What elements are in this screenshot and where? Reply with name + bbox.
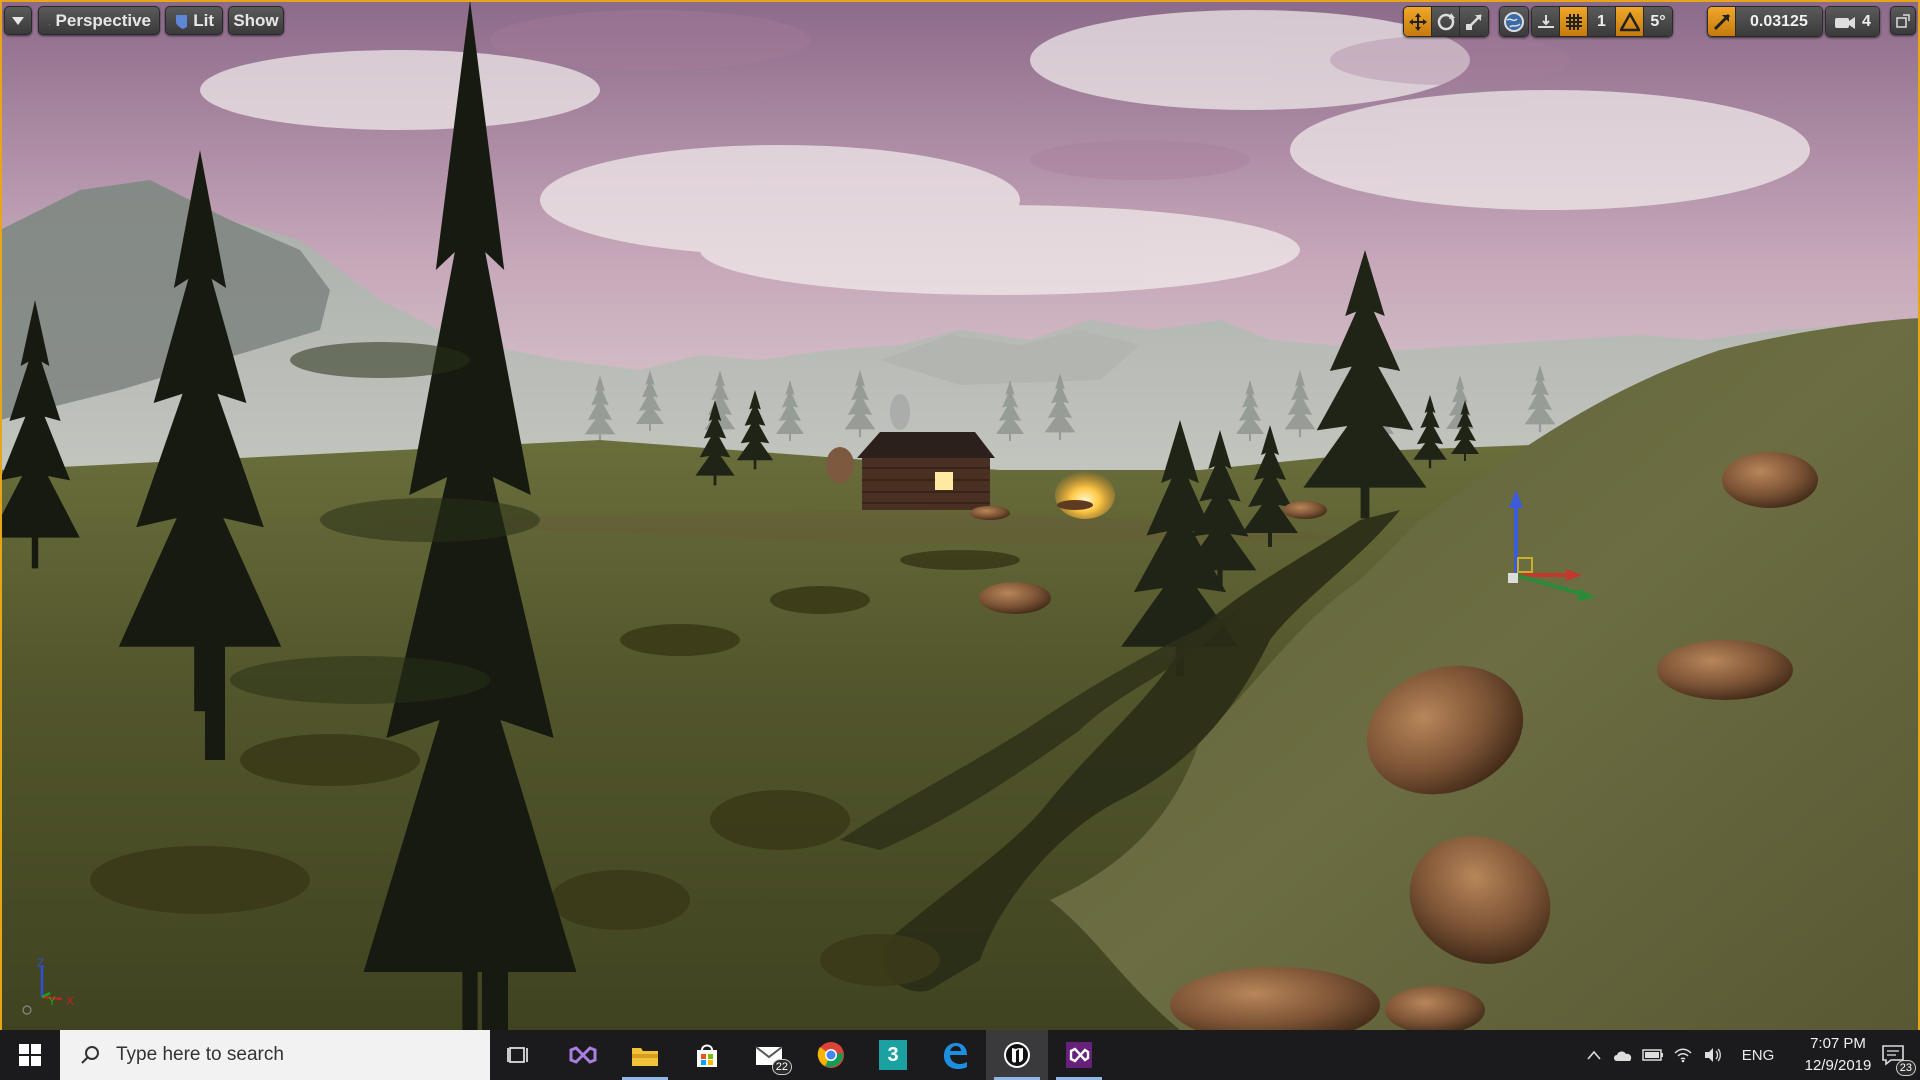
viewport-options-button[interactable] bbox=[4, 6, 32, 35]
scale-snap-icon bbox=[1713, 13, 1730, 30]
rotation-snap-icon bbox=[1619, 11, 1640, 31]
level-viewport[interactable]: Perspective Lit Show 1 5° 0.03125 4 Z Y … bbox=[0, 0, 1920, 1030]
translate-button[interactable] bbox=[1404, 7, 1432, 36]
grid-snap-value-label: 1 bbox=[1597, 12, 1606, 30]
scene-render[interactable] bbox=[0, 0, 1920, 1030]
maximize-icon bbox=[1896, 13, 1910, 28]
axis-y-label: Y bbox=[48, 994, 56, 1008]
camera-perspective-icon bbox=[49, 23, 50, 25]
scale-button[interactable] bbox=[1460, 7, 1488, 36]
chevron-down-icon bbox=[12, 16, 24, 25]
task-view-icon bbox=[507, 1047, 528, 1063]
onedrive-tray-button[interactable] bbox=[1608, 1030, 1638, 1080]
wifi-tray-button[interactable] bbox=[1668, 1030, 1698, 1080]
cloud-icon bbox=[1614, 1051, 1632, 1061]
lit-sphere-icon bbox=[176, 14, 188, 29]
camera-speed-icon bbox=[1835, 16, 1855, 29]
lit-mode-button[interactable]: Lit bbox=[165, 6, 223, 35]
mail-unread-badge: 22 bbox=[771, 1059, 792, 1075]
scale-snap-button[interactable] bbox=[1708, 7, 1736, 36]
surface-snap-button[interactable] bbox=[1532, 7, 1560, 36]
task-view-button[interactable] bbox=[488, 1030, 550, 1080]
grid-snap-icon bbox=[1565, 13, 1582, 30]
camera-speed-value: 4 bbox=[1862, 12, 1871, 30]
show-hidden-icons-button[interactable] bbox=[1580, 1030, 1608, 1080]
world-local-toggle[interactable] bbox=[1500, 7, 1528, 36]
store-icon bbox=[697, 1044, 717, 1067]
show-flags-button[interactable]: Show bbox=[228, 6, 284, 35]
scale-snap-value-label: 0.03125 bbox=[1750, 12, 1808, 30]
mail-taskbar-button[interactable]: 22 bbox=[738, 1030, 800, 1080]
scale-snap-group: 0.03125 bbox=[1707, 6, 1823, 37]
volume-icon bbox=[1705, 1048, 1721, 1062]
scale-icon bbox=[1466, 13, 1482, 30]
visual-studio-icon bbox=[569, 1046, 597, 1064]
edge-taskbar-button[interactable] bbox=[924, 1030, 986, 1080]
3ds-max-glyph: 3 bbox=[887, 1043, 899, 1066]
3ds-max-taskbar-button[interactable]: 3 bbox=[862, 1030, 924, 1080]
perspective-mode-button[interactable]: Perspective bbox=[38, 6, 160, 35]
search-icon bbox=[81, 1046, 99, 1064]
vs-purple-icon bbox=[1066, 1042, 1092, 1068]
taskbar-search-box[interactable]: Type here to search bbox=[60, 1030, 490, 1080]
windows-logo-icon bbox=[19, 1044, 41, 1066]
camera-speed-group: 4 bbox=[1825, 6, 1880, 37]
action-center-button[interactable]: 23 bbox=[1866, 1030, 1920, 1080]
axis-z-label: Z bbox=[37, 956, 44, 970]
wifi-icon bbox=[1674, 1048, 1692, 1063]
rotation-snap-button[interactable] bbox=[1616, 7, 1644, 36]
visual-studio-code-taskbar-button[interactable] bbox=[1048, 1030, 1110, 1080]
chrome-taskbar-button[interactable] bbox=[800, 1030, 862, 1080]
axis-x-label: X bbox=[66, 994, 74, 1008]
store-taskbar-button[interactable] bbox=[676, 1030, 738, 1080]
scale-snap-value[interactable]: 0.03125 bbox=[1736, 7, 1822, 36]
chevron-up-icon bbox=[1587, 1050, 1601, 1060]
folder-icon bbox=[632, 1048, 658, 1066]
edge-icon bbox=[944, 1043, 967, 1069]
visual-studio-taskbar-button[interactable] bbox=[552, 1030, 614, 1080]
search-placeholder: Type here to search bbox=[116, 1044, 284, 1065]
snap-settings-group: 1 5° bbox=[1531, 6, 1673, 37]
input-language-button[interactable]: ENG bbox=[1730, 1030, 1786, 1080]
language-label: ENG bbox=[1741, 1046, 1775, 1064]
surface-snap-icon bbox=[1537, 14, 1554, 28]
transform-mode-group bbox=[1403, 6, 1489, 37]
notification-count-badge: 23 bbox=[1895, 1060, 1916, 1076]
volume-tray-button[interactable] bbox=[1698, 1030, 1728, 1080]
grid-snap-value[interactable]: 1 bbox=[1588, 7, 1616, 36]
rotation-snap-value[interactable]: 5° bbox=[1644, 7, 1672, 36]
rotation-snap-value-label: 5° bbox=[1650, 12, 1666, 30]
translate-icon bbox=[1408, 12, 1427, 31]
grid-snap-button[interactable] bbox=[1560, 7, 1588, 36]
maximize-viewport-button[interactable] bbox=[1890, 6, 1916, 35]
file-explorer-taskbar-button[interactable] bbox=[614, 1030, 676, 1080]
start-button[interactable] bbox=[0, 1030, 60, 1080]
rotate-icon bbox=[1437, 12, 1455, 30]
battery-tray-button[interactable] bbox=[1638, 1030, 1668, 1080]
unreal-engine-taskbar-button[interactable] bbox=[986, 1030, 1048, 1080]
world-local-icon bbox=[1504, 11, 1524, 32]
unreal-icon bbox=[1004, 1042, 1030, 1068]
rotate-button[interactable] bbox=[1432, 7, 1460, 36]
coordinate-space-group bbox=[1499, 6, 1529, 37]
perspective-label: Perspective bbox=[55, 10, 151, 30]
chrome-icon bbox=[817, 1042, 844, 1068]
3ds-max-icon: 3 bbox=[879, 1040, 907, 1070]
battery-icon bbox=[1642, 1049, 1663, 1061]
show-label: Show bbox=[233, 10, 279, 30]
world-axis-indicator: Z Y X bbox=[22, 956, 74, 1015]
lit-label: Lit bbox=[193, 10, 214, 30]
camera-speed-button[interactable]: 4 bbox=[1826, 7, 1879, 36]
